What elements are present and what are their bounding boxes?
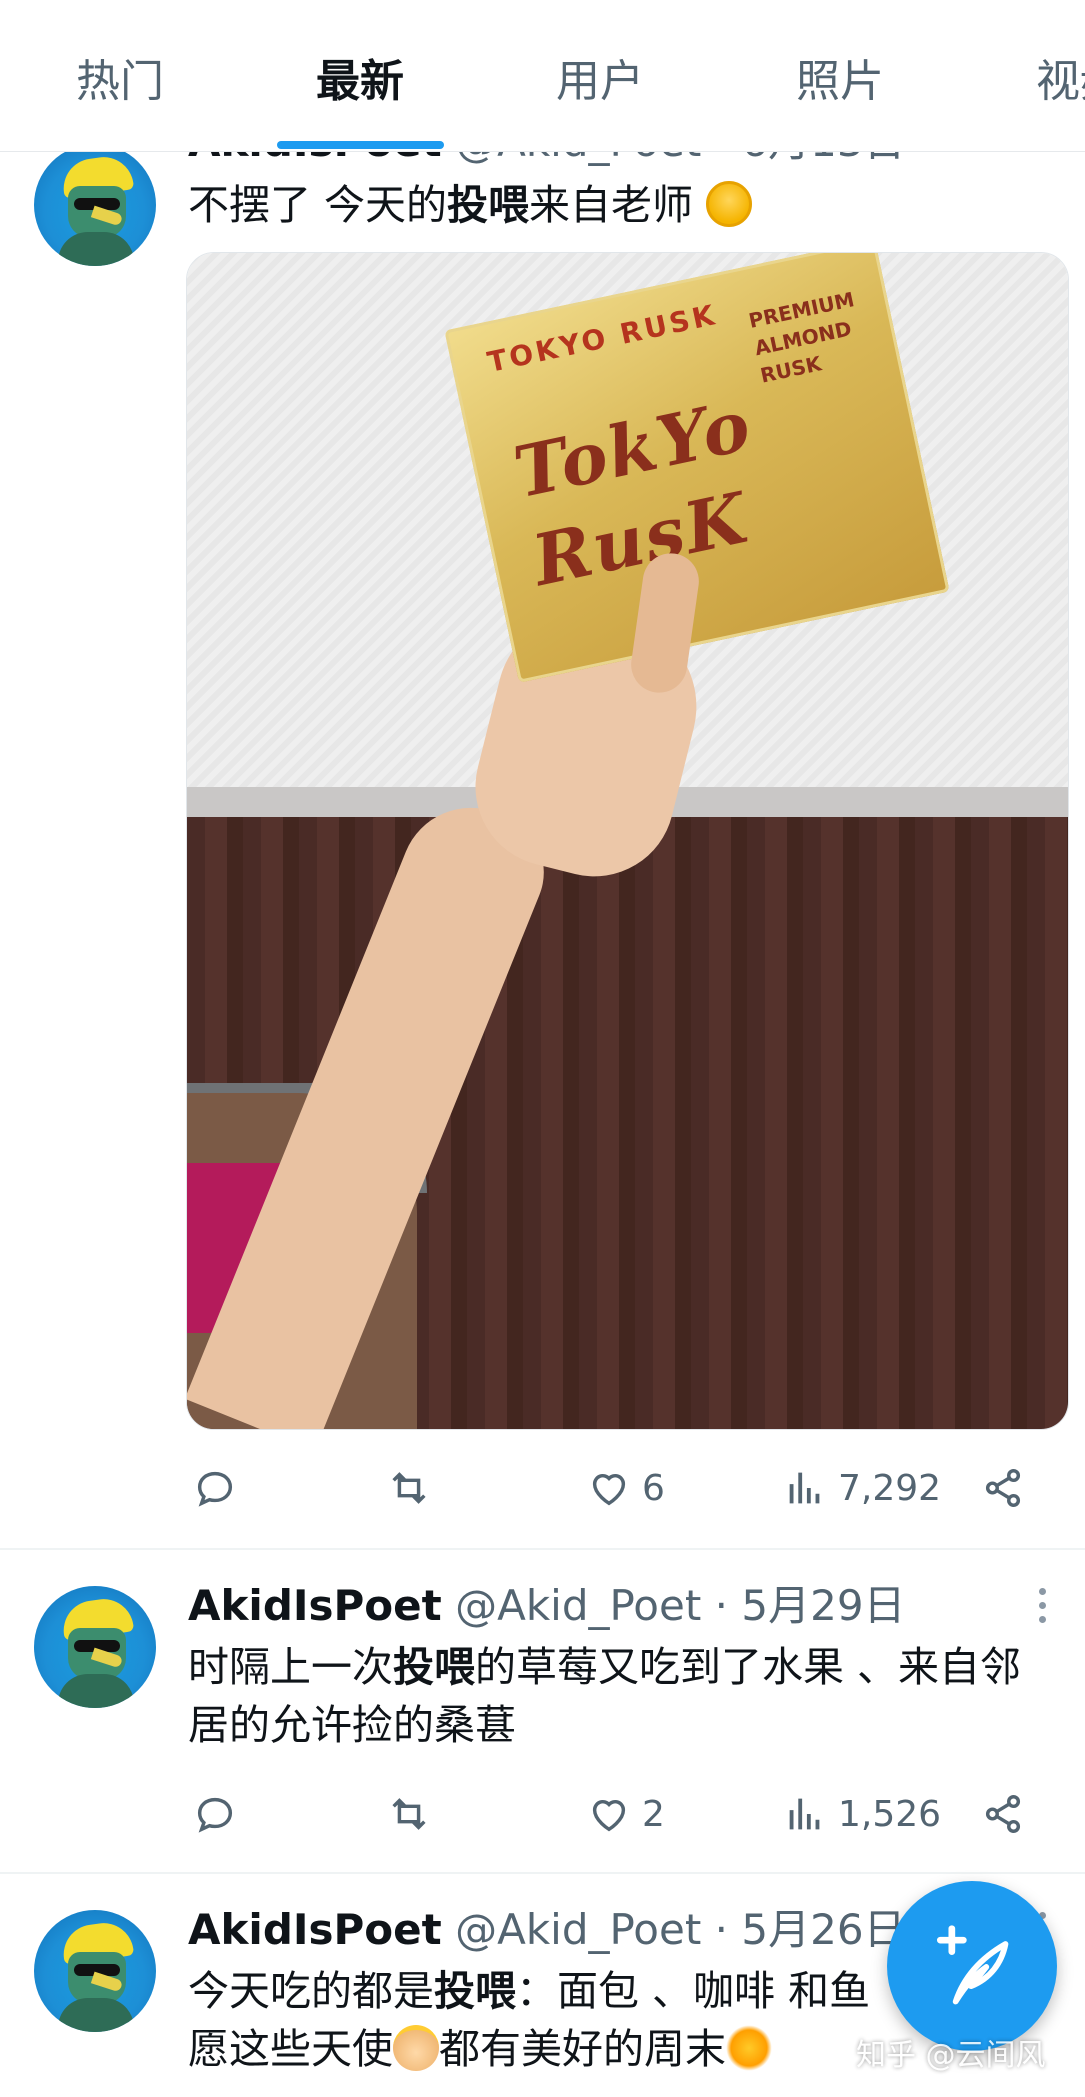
user-handle[interactable]: @Akid_Poet (455, 1905, 701, 1954)
view-count: 7,292 (838, 1467, 942, 1509)
retweet-button[interactable] (386, 1458, 432, 1518)
tweet-date[interactable]: · 5月26日 (715, 1905, 906, 1954)
tweet-actions: 6 7,292 (186, 1458, 1066, 1518)
retweet-icon (392, 1798, 426, 1830)
share-icon (985, 1469, 1021, 1507)
tab-people[interactable]: 用户 (556, 52, 644, 112)
active-tab-indicator (277, 141, 444, 149)
view-count: 1,526 (838, 1793, 942, 1835)
watermark: 知乎 @云间风 (856, 2038, 1046, 2073)
search-tabs: 热门 最新 用户 照片 视频 (0, 0, 1085, 152)
tweet-photo[interactable]: TOKYO RUSK TokYo RusK PREMIUM ALMOND RUS… (186, 252, 1069, 1430)
tweet-header: AkidIsPoet @Akid_Poet · 5月26日 (188, 1902, 906, 1958)
tweet-actions: 2 1,526 (186, 1784, 1066, 1844)
tweet-text: 不摆了 今天的投喂来自老师 (188, 176, 1058, 234)
heart-icon (592, 1473, 626, 1506)
share-button[interactable] (980, 1458, 1026, 1518)
tweet[interactable]: AkidIsPoet @Akid_Poet · 5月29日 时隔上一次投喂的草莓… (0, 1552, 1085, 1874)
crying-face-icon (706, 181, 753, 227)
tweet-text: 时隔上一次投喂的草莓又吃到了水果 、来自邻居的允许捡的桑葚 (188, 1643, 1022, 1749)
display-name[interactable]: AkidIsPoet (188, 1581, 442, 1630)
compose-feather-icon (936, 1925, 1009, 2005)
views-icon (789, 1472, 820, 1504)
reply-icon (197, 1797, 233, 1833)
avatar[interactable] (34, 144, 156, 266)
views-button[interactable]: 7,292 (782, 1458, 941, 1518)
tab-photos[interactable]: 照片 (796, 52, 884, 112)
reply-icon (197, 1471, 233, 1507)
like-button[interactable]: 2 (586, 1784, 665, 1844)
display-name[interactable]: AkidIsPoet (188, 1905, 442, 1954)
more-options-icon[interactable] (1036, 1588, 1048, 1630)
tweet[interactable]: AkidIsPoet @Akid_Poet · 6月13日 不摆了 今天的投喂来… (0, 117, 1085, 1550)
like-button[interactable]: 6 (586, 1458, 665, 1518)
like-count: 6 (642, 1467, 665, 1509)
tab-videos[interactable]: 视频 (1036, 52, 1085, 112)
retweet-icon (392, 1472, 426, 1504)
share-icon (985, 1795, 1021, 1833)
share-button[interactable] (980, 1784, 1026, 1844)
sun-icon (726, 2025, 772, 2071)
user-handle[interactable]: @Akid_Poet (455, 1581, 701, 1630)
tweet-header: AkidIsPoet @Akid_Poet · 5月29日 (188, 1578, 906, 1634)
avatar[interactable] (34, 1586, 156, 1708)
avatar[interactable] (34, 1910, 156, 2032)
baby-angel-icon (393, 2025, 439, 2071)
like-count: 2 (642, 1793, 665, 1835)
retweet-button[interactable] (386, 1784, 432, 1844)
heart-icon (592, 1799, 626, 1832)
tab-top[interactable]: 热门 (76, 52, 164, 112)
compose-tweet-button[interactable] (887, 1881, 1057, 2051)
views-button[interactable]: 1,526 (782, 1784, 941, 1844)
tweet-date[interactable]: · 5月29日 (715, 1581, 906, 1630)
reply-button[interactable] (192, 1458, 238, 1518)
timeline-feed: AkidIsPoet @Akid_Poet · 6月13日 不摆了 今天的投喂来… (0, 0, 1085, 2097)
reply-button[interactable] (192, 1784, 238, 1844)
views-icon (789, 1798, 820, 1830)
tab-latest[interactable]: 最新 (316, 52, 404, 112)
